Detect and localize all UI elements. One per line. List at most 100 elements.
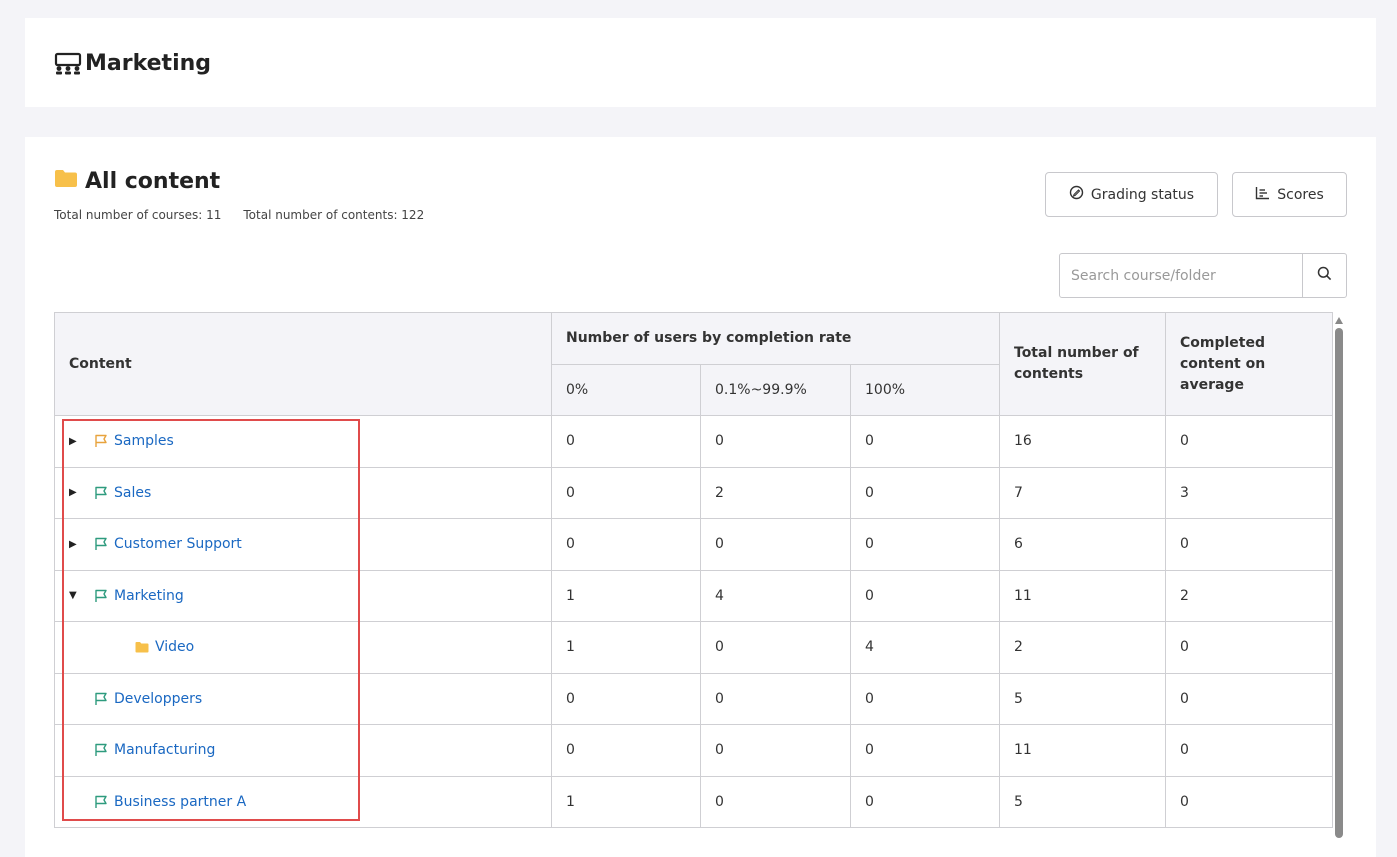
scroll-thumb[interactable] [1335, 328, 1343, 838]
content-link[interactable]: Video [155, 639, 194, 655]
content-name-wrap: Developpers [69, 691, 537, 707]
cell-partial: 0 [700, 621, 851, 674]
caret-right-icon[interactable]: ▶ [69, 436, 94, 447]
cell-partial: 0 [700, 775, 851, 828]
content-cell: ▶ Customer Support [54, 518, 552, 571]
cell-partial: 4 [700, 569, 851, 622]
content-cell: Developpers [54, 672, 552, 725]
header-completion-group: Number of users by completion rate [551, 312, 1000, 365]
cell-p0: 0 [551, 724, 701, 777]
grading-status-label: Grading status [1090, 186, 1195, 203]
table-row[interactable]: Manufacturing 0 0 0 11 0 [54, 724, 1333, 777]
cell-avg: 0 [1165, 415, 1333, 468]
flag-icon [94, 795, 114, 809]
content-name-wrap: Manufacturing [69, 742, 537, 758]
scroll-up-arrow[interactable] [1335, 317, 1343, 324]
content-stats: Total number of courses: 11 Total number… [54, 208, 424, 222]
cell-avg: 3 [1165, 466, 1333, 519]
content-name-wrap: Business partner A [69, 794, 537, 810]
cell-total: 7 [999, 466, 1166, 519]
content-name-wrap: ▶ Samples [69, 433, 537, 449]
content-link[interactable]: Manufacturing [114, 742, 215, 758]
content-name-wrap: ▼ Marketing [69, 588, 537, 604]
flag-icon [94, 743, 114, 757]
page-title: Marketing [54, 51, 211, 76]
bar-chart-icon [1255, 186, 1270, 204]
table-row[interactable]: ▶ Samples 0 0 0 16 0 [54, 415, 1333, 468]
cell-p0: 0 [551, 518, 701, 571]
folder-icon [135, 641, 155, 653]
table-row[interactable]: ▶ Customer Support 0 0 0 6 0 [54, 518, 1333, 571]
content-link[interactable]: Developpers [114, 691, 202, 707]
scores-label: Scores [1277, 186, 1324, 203]
cell-avg: 0 [1165, 775, 1333, 828]
header-avg: Completed content on average [1165, 312, 1333, 416]
content-link[interactable]: Sales [114, 485, 151, 501]
cell-total: 2 [999, 621, 1166, 674]
content-name-wrap: Video [69, 639, 537, 655]
total-contents: Total number of contents: 122 [243, 208, 425, 222]
cell-avg: 0 [1165, 672, 1333, 725]
table-row[interactable]: ▼ Marketing 1 4 0 11 2 [54, 569, 1333, 622]
flag-icon [94, 486, 114, 500]
cell-total: 11 [999, 724, 1166, 777]
search-box [1059, 253, 1347, 298]
cell-total: 5 [999, 672, 1166, 725]
header-partial: 0.1%~99.9% [700, 364, 851, 416]
cell-p100: 0 [850, 466, 1000, 519]
cell-p0: 0 [551, 672, 701, 725]
cell-avg: 0 [1165, 621, 1333, 674]
cell-p100: 0 [850, 569, 1000, 622]
search-input[interactable] [1060, 254, 1302, 297]
content-name-wrap: ▶ Customer Support [69, 536, 537, 552]
search-icon [1317, 266, 1332, 285]
header-100-percent: 100% [850, 364, 1000, 416]
content-link[interactable]: Customer Support [114, 536, 242, 552]
cell-p100: 0 [850, 518, 1000, 571]
cell-partial: 0 [700, 724, 851, 777]
content-link[interactable]: Business partner A [114, 794, 246, 810]
content-link[interactable]: Marketing [114, 588, 184, 604]
table-row[interactable]: ▶ Sales 0 2 0 7 3 [54, 466, 1333, 519]
table-row[interactable]: Business partner A10050 [54, 775, 1333, 828]
cell-total: 5 [999, 775, 1166, 828]
content-table: Content Number of users by completion ra… [54, 312, 1333, 828]
caret-down-icon[interactable]: ▼ [69, 590, 94, 601]
search-button[interactable] [1302, 254, 1346, 297]
flag-icon [94, 537, 114, 551]
cell-avg: 0 [1165, 724, 1333, 777]
folder-icon [54, 168, 78, 194]
content-name-wrap: ▶ Sales [69, 485, 537, 501]
content-cell: Video [54, 621, 552, 674]
caret-right-icon[interactable]: ▶ [69, 487, 94, 498]
scores-button[interactable]: Scores [1232, 172, 1347, 217]
cell-avg: 2 [1165, 569, 1333, 622]
cell-partial: 0 [700, 672, 851, 725]
grading-icon [1069, 185, 1084, 204]
header-0-percent: 0% [551, 364, 701, 416]
content-cell: ▶ Samples [54, 415, 552, 468]
flag-icon [94, 434, 114, 448]
caret-right-icon[interactable]: ▶ [69, 539, 94, 550]
cell-p0: 1 [551, 569, 701, 622]
scrollbar[interactable] [1334, 312, 1344, 838]
page-title-text: Marketing [85, 51, 212, 76]
cell-avg: 0 [1165, 518, 1333, 571]
cell-p100: 4 [850, 621, 1000, 674]
cell-partial: 2 [700, 466, 851, 519]
table-row[interactable]: Developpers 0 0 0 5 0 [54, 672, 1333, 725]
cell-p0: 1 [551, 621, 701, 674]
header-total: Total number of contents [999, 312, 1166, 416]
content-cell: Manufacturing [54, 724, 552, 777]
content-cell: Business partner A [54, 775, 552, 828]
cell-partial: 0 [700, 415, 851, 468]
cell-p0: 0 [551, 415, 701, 468]
section-title-text: All content [85, 168, 221, 194]
flag-icon [94, 589, 114, 603]
content-cell: ▶ Sales [54, 466, 552, 519]
cell-p100: 0 [850, 415, 1000, 468]
table-row[interactable]: Video 1 0 4 2 0 [54, 621, 1333, 674]
grading-status-button[interactable]: Grading status [1045, 172, 1218, 217]
content-link[interactable]: Samples [114, 433, 174, 449]
cell-total: 16 [999, 415, 1166, 468]
